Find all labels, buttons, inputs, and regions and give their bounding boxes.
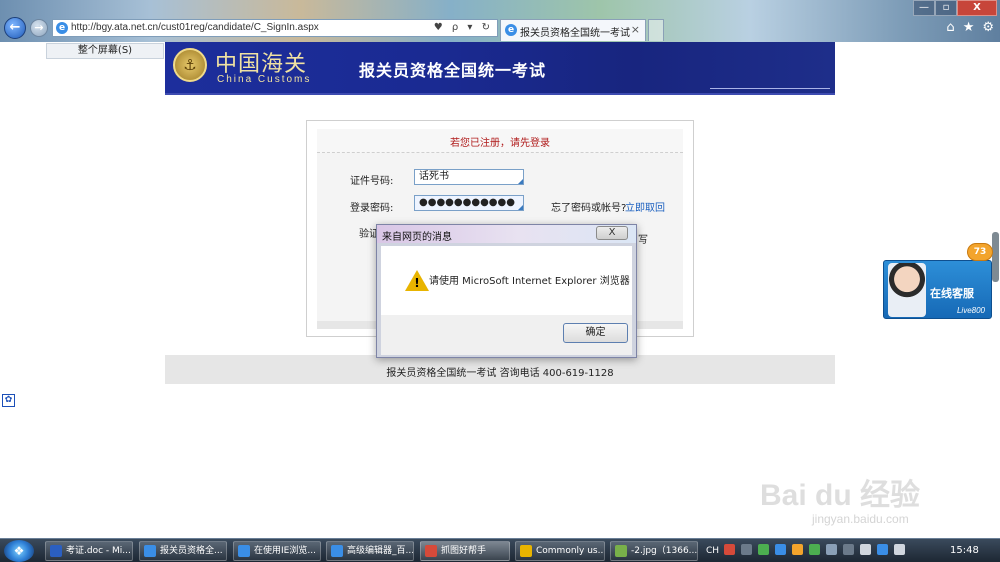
input-language-indicator[interactable]: CH (706, 541, 719, 561)
forgot-password-text: 忘了密码或帐号? (551, 203, 627, 214)
tray-shield-icon[interactable] (758, 544, 769, 555)
task-label: Commonly us... (536, 546, 605, 556)
task-label: -2.jpg（1366... (631, 546, 698, 556)
page-footer: 报关员资格全国统一考试 咨询电话 400-619-1128 (165, 355, 835, 384)
dialog-message: 请使用 MicroSoft Internet Explorer 浏览器 (429, 276, 630, 287)
recover-account-link[interactable]: 立即取回 (625, 199, 665, 214)
header-banner: ⚓ 中国海关 China Customs 报关员资格全国统一考试 (165, 42, 835, 95)
address-tools-icons[interactable]: ♥ ρ ▾ ↻ (434, 22, 493, 33)
favorites-star-icon[interactable]: ★ (963, 20, 975, 35)
task-label: 在使用IE浏览... (254, 546, 316, 556)
password-label: 登录密码: (350, 203, 394, 214)
taskbar-item-word[interactable]: 考证.doc - Mi... (45, 541, 133, 561)
tray-battery-icon[interactable] (826, 544, 837, 555)
id-number-label: 证件号码: (350, 176, 394, 187)
dialog-footer: 确定 (381, 315, 632, 355)
dialog-titlebar[interactable]: 来自网页的消息 X (377, 225, 636, 243)
warning-exclamation-icon: ! (414, 276, 420, 290)
taskbar-item-ie-using[interactable]: 在使用IE浏览... (233, 541, 321, 561)
login-notice-bar: 若您已注册，请先登录 (317, 129, 683, 153)
watermark-url: jingyan.baidu.com (812, 512, 909, 526)
start-button[interactable]: ❖ (4, 540, 34, 562)
tab-close-icon[interactable]: × (631, 23, 640, 36)
back-button[interactable]: ← (4, 17, 26, 39)
taskbar-item-image[interactable]: -2.jpg（1366... (610, 541, 698, 561)
new-tab-button[interactable] (648, 19, 664, 41)
home-icon[interactable]: ⌂ (946, 20, 954, 35)
ie-icon (144, 545, 156, 557)
tray-keyboard-icon[interactable] (741, 544, 752, 555)
task-label: 报关员资格全... (160, 546, 223, 556)
ie-tab-icon: e (505, 24, 517, 36)
live800-label: Live800 (956, 306, 985, 315)
watermark-logo: Bai du 经验 (760, 479, 921, 512)
taskbar: ❖ 考证.doc - Mi... 报关员资格全... 在使用IE浏览... 高级… (0, 538, 1000, 562)
online-service-widget[interactable]: 在线客服 Live800 (883, 260, 992, 319)
tray-security-icon[interactable] (809, 544, 820, 555)
side-scroll-handle[interactable] (992, 232, 999, 282)
alert-dialog: 来自网页的消息 X ! 请使用 MicroSoft Internet Explo… (376, 224, 637, 358)
tray-display-icon[interactable] (877, 544, 888, 555)
task-label: 抓图好帮手 (441, 546, 487, 556)
banner-divider (710, 88, 830, 89)
dialog-title: 来自网页的消息 (382, 232, 452, 243)
window-controls: — ▫ X (913, 0, 997, 16)
maximize-button[interactable]: ▫ (935, 0, 957, 16)
taskbar-item-screenshot[interactable]: 抓图好帮手 (420, 541, 510, 561)
tab-title: 报关员资格全国统一考试 (520, 28, 630, 39)
dialog-body: ! 请使用 MicroSoft Internet Explorer 浏览器 (381, 246, 632, 315)
browser-toolbar-icons: ⌂ ★ ⚙ (946, 20, 994, 35)
paw-icon[interactable]: ✿ (2, 394, 15, 407)
task-label: 考证.doc - Mi... (66, 546, 131, 556)
tray-app-icon[interactable] (724, 544, 735, 555)
page-title: 报关员资格全国统一考试 (359, 61, 547, 80)
logo-english: China Customs (217, 74, 312, 85)
taskbar-clock[interactable]: 15:48 (950, 541, 979, 561)
word-icon (50, 545, 62, 557)
system-tray-icons (724, 544, 905, 555)
address-url[interactable]: http://bgy.ata.net.cn/cust01reg/candidat… (71, 22, 319, 33)
taskbar-item-editor[interactable]: 高级编辑器_百... (326, 541, 414, 561)
tab-active[interactable]: e 报关员资格全国统一考试 × (500, 19, 646, 41)
close-window-button[interactable]: X (957, 0, 997, 16)
image-file-icon (615, 545, 627, 557)
ie-page-icon: e (56, 22, 68, 34)
service-count-badge: 73 (967, 243, 993, 261)
tray-signal-icon[interactable] (843, 544, 854, 555)
login-notice: 若您已注册，请先登录 (450, 138, 550, 149)
folder-icon (520, 545, 532, 557)
forward-button[interactable]: → (30, 19, 48, 37)
ie-icon (238, 545, 250, 557)
dialog-close-button[interactable]: X (596, 226, 628, 240)
address-bar[interactable]: e http://bgy.ata.net.cn/cust01reg/candid… (52, 19, 498, 37)
minimize-button[interactable]: — (913, 0, 935, 16)
settings-gear-icon[interactable]: ⚙ (982, 20, 994, 35)
service-agent-avatar (888, 263, 926, 317)
customs-emblem-icon: ⚓ (173, 48, 207, 82)
password-input[interactable]: ●●●●●●●●●●● (414, 195, 524, 211)
tray-action-center-icon[interactable] (894, 544, 905, 555)
tray-network-icon[interactable] (775, 544, 786, 555)
capture-tool-icon (425, 545, 437, 557)
footer-contact: 报关员资格全国统一考试 咨询电话 400-619-1128 (386, 368, 614, 379)
tray-volume-icon[interactable] (860, 544, 871, 555)
ie-icon (331, 545, 343, 557)
browser-chrome: ← → e http://bgy.ata.net.cn/cust01reg/ca… (0, 0, 1000, 42)
taskbar-item-ie-exam[interactable]: 报关员资格全... (139, 541, 227, 561)
taskbar-item-folder[interactable]: Commonly us... (515, 541, 605, 561)
fullscreen-button[interactable]: 整个屏幕(S) (46, 43, 164, 59)
ok-button[interactable]: 确定 (563, 323, 628, 343)
online-service-label: 在线客服 (930, 287, 974, 300)
task-label: 高级编辑器_百... (347, 546, 414, 556)
id-number-input[interactable]: 话死书 (414, 169, 524, 185)
tray-update-icon[interactable] (792, 544, 803, 555)
captcha-hint-text: 写 (638, 235, 648, 246)
